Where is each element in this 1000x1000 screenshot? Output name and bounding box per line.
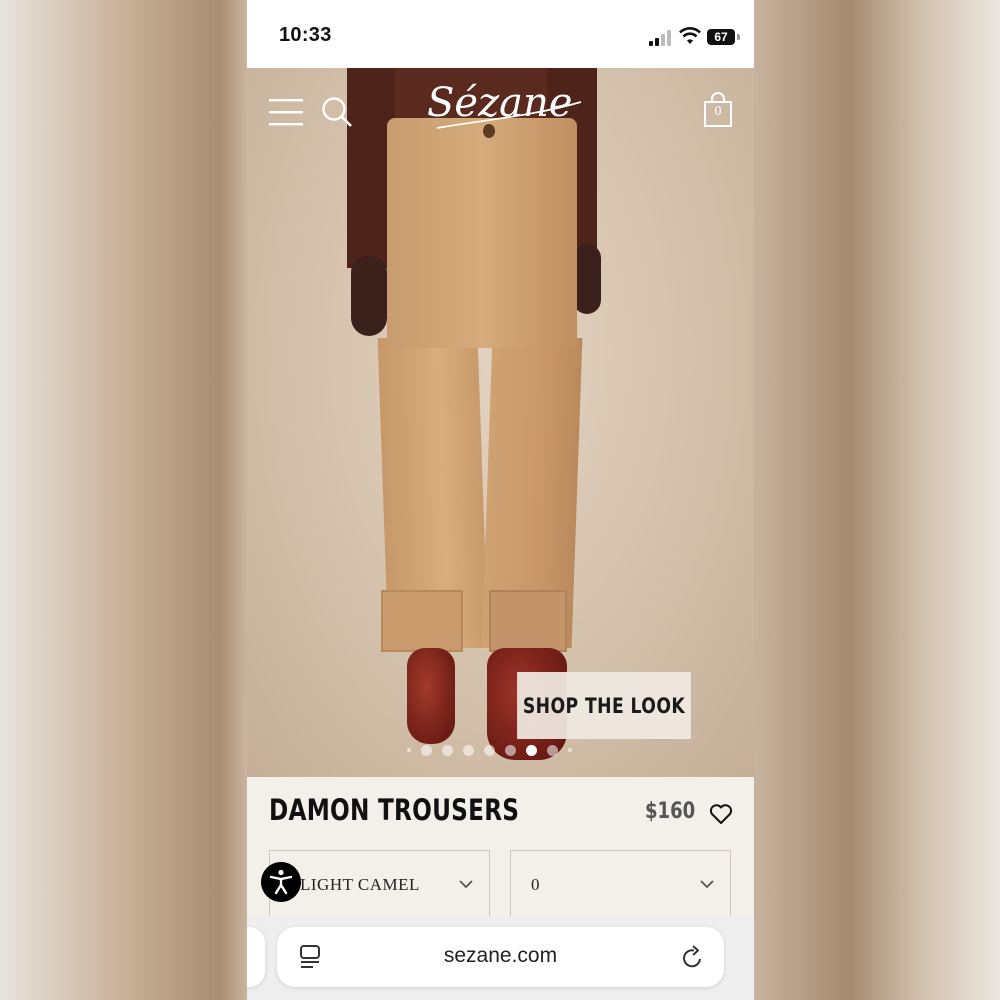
chevron-down-icon	[700, 880, 714, 889]
shop-the-look-button[interactable]: SHOP THE LOOK	[517, 672, 691, 739]
carousel-dot[interactable]	[505, 744, 516, 756]
product-price: $160	[645, 799, 696, 824]
url-text[interactable]: sezane.com	[277, 944, 724, 968]
size-select[interactable]: 0	[510, 850, 731, 920]
hero-image[interactable]: Sézane 0 SHOP THE LOOK	[247, 68, 754, 777]
carousel-dot[interactable]	[463, 744, 474, 756]
menu-icon[interactable]	[269, 98, 303, 126]
status-bar: 10:33 67	[247, 0, 754, 68]
model-hand-left	[351, 256, 387, 336]
carousel-dot[interactable]	[407, 748, 411, 752]
carousel-dot[interactable]	[568, 748, 572, 752]
phone-screen: 10:33 67 Sézane 0 SHOP THE LOOK DAMON TR…	[247, 0, 754, 1000]
brand-logo[interactable]: Sézane	[423, 76, 585, 138]
previous-tab-peek[interactable]	[247, 927, 265, 987]
carousel-dot[interactable]	[484, 744, 495, 756]
reload-icon[interactable]	[681, 944, 705, 970]
trouser-cuff-right	[489, 590, 567, 652]
chevron-down-icon	[459, 880, 473, 889]
size-select-value: 0	[531, 875, 540, 894]
status-time: 10:33	[279, 24, 332, 46]
trouser-waist	[387, 118, 577, 348]
trouser-cuff-left	[381, 590, 463, 652]
carousel-dot[interactable]	[442, 744, 453, 756]
product-panel: DAMON TROUSERS $160 LIGHT CAMEL 0	[247, 777, 754, 920]
carousel-dots[interactable]	[407, 744, 572, 756]
wifi-icon	[679, 27, 701, 44]
search-icon[interactable]	[321, 96, 353, 128]
bag-count-badge: 0	[714, 104, 722, 119]
shoe-left	[407, 648, 455, 744]
carousel-dot[interactable]	[421, 744, 432, 756]
color-select-value: LIGHT CAMEL	[300, 875, 420, 894]
battery-tip	[737, 34, 740, 40]
battery-icon: 67	[707, 29, 735, 45]
signal-icon	[649, 30, 671, 46]
product-name: DAMON TROUSERS	[269, 793, 520, 827]
carousel-dot[interactable]	[547, 744, 558, 756]
color-select[interactable]: LIGHT CAMEL	[269, 850, 490, 920]
heart-icon[interactable]	[709, 803, 733, 825]
carousel-dot-active[interactable]	[526, 744, 537, 756]
accessibility-icon[interactable]	[261, 862, 301, 902]
model-hand-right	[573, 244, 601, 314]
